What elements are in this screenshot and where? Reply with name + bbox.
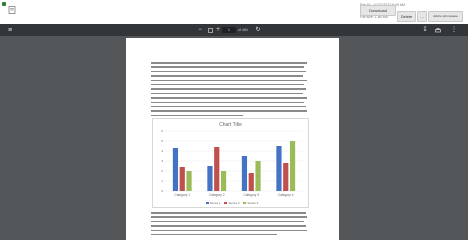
page-count: of 464: [238, 28, 248, 32]
more-actions-icon[interactable]: ⋮: [450, 24, 458, 36]
document-icon[interactable]: [8, 6, 16, 14]
bar: [248, 173, 254, 191]
fit-page-icon[interactable]: [206, 24, 214, 36]
zoom-in-button[interactable]: +: [214, 24, 222, 36]
x-tick-label: Category 2: [209, 193, 225, 197]
legend-swatch-series-1: [205, 202, 209, 205]
download-button[interactable]: Download: [360, 5, 396, 16]
chart-plot: 0 1 2 3 4 5 6 Category 1 Category 2 Category 3 Cat…: [161, 129, 303, 197]
menu-icon[interactable]: ≡: [6, 24, 14, 36]
bar: [179, 167, 185, 191]
bar: [283, 163, 289, 191]
bar: [186, 171, 192, 191]
legend-swatch-series-3: [243, 202, 247, 205]
chart-legend: Series 1 Series 2 Series 3: [153, 201, 308, 205]
y-tick-label: 1: [161, 179, 163, 183]
page-number-input[interactable]: 1: [222, 27, 236, 33]
x-tick-label: Category 3: [243, 193, 259, 197]
document-page: Chart Title 0 1 2 3 4 5 6 Category 1 Category 2C…: [126, 38, 339, 240]
paragraph-top: [151, 62, 309, 119]
bar: [207, 166, 213, 191]
bar: [220, 171, 227, 191]
bar: [241, 156, 248, 191]
more-button[interactable]: …: [417, 11, 427, 22]
pdf-viewer: ≡ − + 1 of 464 ↻ ↧ ⋮ Chart Title 0 1 2 3…: [0, 24, 468, 240]
download-icon[interactable]: ↧: [421, 24, 429, 36]
status-indicator: [2, 2, 6, 6]
y-tick-label: 6: [161, 129, 163, 133]
y-tick-label: 0: [161, 189, 163, 193]
legend-series-1: Series 1: [209, 201, 221, 205]
add-to-queue-button[interactable]: Add to print queue: [428, 11, 463, 22]
delete-button[interactable]: Delete: [397, 11, 416, 22]
x-tick-label: Category 1: [174, 193, 190, 197]
bar: [276, 146, 282, 191]
print-icon[interactable]: [434, 24, 442, 36]
rotate-icon[interactable]: ↻: [254, 24, 262, 36]
bar: [172, 148, 179, 191]
paragraph-bottom: [151, 212, 309, 238]
top-bar: File 40 - 10/27/2022 6:09 AM File size: …: [0, 0, 468, 25]
x-tick-label: Category 4: [278, 193, 294, 197]
legend-series-2: Series 2: [228, 201, 240, 205]
bar: [214, 147, 220, 191]
bar-chart: Chart Title 0 1 2 3 4 5 6 Category 1 Category 2C…: [152, 118, 309, 208]
y-tick-label: 2: [161, 169, 163, 173]
zoom-out-button[interactable]: −: [196, 24, 204, 36]
viewer-toolbar: ≡ − + 1 of 464 ↻ ↧ ⋮: [0, 24, 468, 36]
bar: [289, 141, 296, 191]
y-tick-label: 5: [161, 139, 163, 143]
bar: [255, 161, 261, 191]
y-tick-label: 4: [161, 149, 163, 153]
y-tick-label: 3: [161, 159, 163, 163]
legend-series-3: Series 3: [247, 201, 259, 205]
